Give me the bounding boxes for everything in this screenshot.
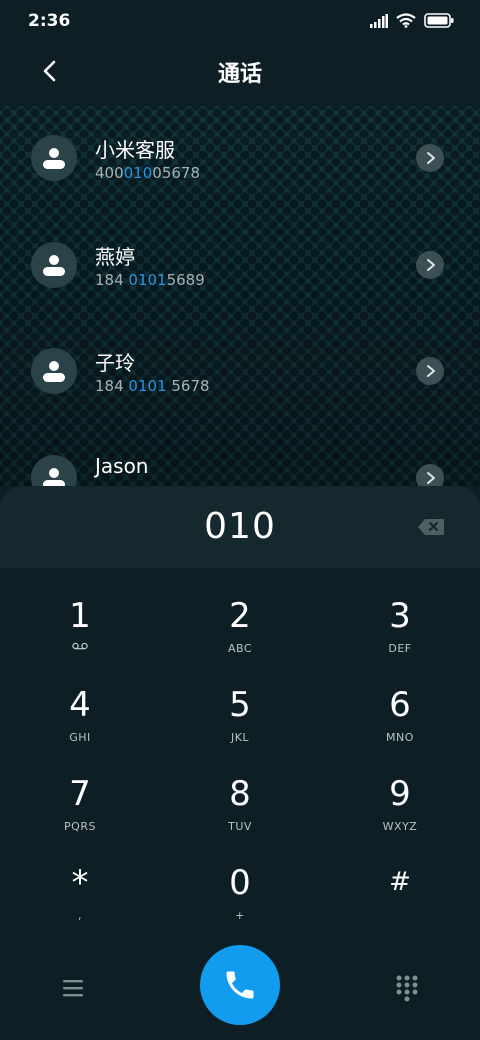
chevron-right-icon bbox=[427, 152, 435, 164]
dialer-action-bar bbox=[0, 944, 480, 1040]
contact-detail-button[interactable] bbox=[416, 251, 444, 279]
match-highlight: 0101 bbox=[128, 271, 167, 289]
dial-key-9[interactable]: 9 WXYZ bbox=[320, 764, 480, 852]
key-letters: ABC bbox=[227, 642, 253, 655]
wifi-icon bbox=[396, 13, 416, 28]
key-digit: 4 bbox=[69, 685, 91, 725]
chevron-right-icon bbox=[427, 259, 435, 271]
dial-key-0[interactable]: 0 + bbox=[160, 853, 320, 941]
contact-row[interactable]: 子玲 184 0101 5678 bbox=[0, 319, 480, 419]
match-highlight: 0101 bbox=[128, 377, 167, 395]
match-highlight: 010 bbox=[123, 164, 153, 182]
dialpad-panel: 010 1 2 ABC 3 DEF 4 GHI 5 JKL 6 MNO 7 PQ… bbox=[0, 486, 480, 1040]
menu-icon bbox=[63, 980, 83, 997]
dial-key-hash[interactable]: # bbox=[320, 853, 480, 941]
person-icon bbox=[43, 148, 65, 169]
contact-detail-button[interactable] bbox=[416, 357, 444, 385]
dial-key-6[interactable]: 6 MNO bbox=[320, 675, 480, 763]
contact-number: 184 0101 5678 bbox=[95, 377, 210, 395]
key-digit: 0 bbox=[229, 863, 251, 903]
key-digit: 3 bbox=[389, 596, 411, 636]
key-letters: + bbox=[235, 909, 245, 922]
menu-button[interactable] bbox=[60, 976, 86, 1000]
contact-number: 40001005678 bbox=[95, 164, 200, 182]
backspace-button[interactable] bbox=[417, 518, 445, 536]
key-letters: JKL bbox=[230, 731, 250, 744]
status-bar: 2:36 bbox=[0, 0, 480, 42]
key-letters: DEF bbox=[388, 642, 412, 655]
key-digit: 8 bbox=[229, 774, 251, 814]
dial-input[interactable]: 010 bbox=[0, 506, 480, 547]
dial-key-4[interactable]: 4 GHI bbox=[0, 675, 160, 763]
contact-row[interactable]: 小米客服 40001005678 bbox=[0, 106, 480, 206]
status-icons bbox=[370, 13, 454, 28]
avatar bbox=[31, 242, 77, 288]
chevron-right-icon bbox=[427, 365, 435, 377]
contact-name: 子玲 bbox=[95, 351, 135, 375]
header: 通话 bbox=[0, 42, 480, 106]
contact-row[interactable]: 燕婷 184 01015689 bbox=[0, 213, 480, 313]
key-digit: 6 bbox=[389, 685, 411, 725]
dial-key-7[interactable]: 7 PQRS bbox=[0, 764, 160, 852]
contact-name: Jason bbox=[95, 454, 149, 478]
key-digit: 1 bbox=[69, 596, 91, 636]
contact-name: 小米客服 bbox=[95, 138, 175, 162]
contact-number: 184 01015689 bbox=[95, 271, 205, 289]
avatar bbox=[31, 455, 77, 486]
person-icon bbox=[43, 361, 65, 382]
voicemail-icon bbox=[72, 642, 88, 650]
key-digit: # bbox=[389, 867, 411, 897]
person-icon bbox=[43, 468, 65, 486]
avatar bbox=[31, 135, 77, 181]
status-time: 2:36 bbox=[28, 11, 71, 31]
keypad-toggle-button[interactable] bbox=[395, 974, 419, 1002]
dial-key-8[interactable]: 8 TUV bbox=[160, 764, 320, 852]
chevron-right-icon bbox=[427, 472, 435, 484]
key-digit: 9 bbox=[389, 774, 411, 814]
key-letters: MNO bbox=[386, 731, 414, 744]
key-letters: PQRS bbox=[64, 820, 96, 833]
person-icon bbox=[43, 255, 65, 276]
contact-detail-button[interactable] bbox=[416, 464, 444, 486]
key-digit: 2 bbox=[229, 596, 251, 636]
key-digit: 7 bbox=[69, 774, 91, 814]
key-letters: , bbox=[78, 909, 82, 922]
phone-icon bbox=[226, 971, 254, 999]
dial-key-5[interactable]: 5 JKL bbox=[160, 675, 320, 763]
call-button[interactable] bbox=[200, 945, 280, 1025]
dial-key-3[interactable]: 3 DEF bbox=[320, 586, 480, 674]
dial-key-1[interactable]: 1 bbox=[0, 586, 160, 674]
avatar bbox=[31, 348, 77, 394]
page-title: 通话 bbox=[217, 62, 262, 87]
key-letters: WXYZ bbox=[382, 820, 418, 833]
key-letters: TUV bbox=[228, 820, 252, 833]
battery-icon bbox=[424, 13, 454, 28]
contact-name: 燕婷 bbox=[95, 245, 135, 269]
contact-detail-button[interactable] bbox=[416, 144, 444, 172]
contact-row[interactable]: Jason bbox=[0, 426, 480, 486]
signal-icon bbox=[370, 13, 388, 28]
keypad-icon bbox=[396, 975, 418, 1002]
contact-list: 小米客服 40001005678 燕婷 184 01015689 子玲 184 … bbox=[0, 106, 480, 486]
dial-key-star[interactable]: * , bbox=[0, 853, 160, 941]
key-digit: 5 bbox=[229, 685, 251, 725]
backspace-icon bbox=[418, 519, 444, 535]
key-digit: * bbox=[71, 863, 89, 903]
key-letters: GHI bbox=[69, 731, 91, 744]
dial-key-2[interactable]: 2 ABC bbox=[160, 586, 320, 674]
dial-input-bar: 010 bbox=[0, 486, 480, 568]
